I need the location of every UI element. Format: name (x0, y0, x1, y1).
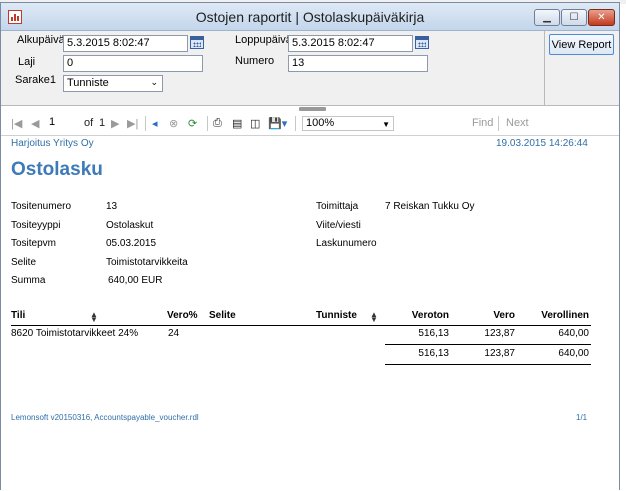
field-value: 13 (106, 201, 118, 212)
refresh-icon[interactable]: ⟳ (188, 117, 197, 130)
chevron-down-icon: ▼ (382, 120, 390, 129)
laji-input[interactable]: 0 (63, 55, 203, 72)
alkupaiva-input[interactable]: 5.3.2015 8:02:47 (63, 35, 188, 52)
field-value: Ostolaskut (106, 220, 154, 231)
totals-bottom-line (385, 364, 591, 365)
column-header-verollinen: Verollinen (541, 310, 589, 321)
sarake1-label: Sarake1 (15, 74, 56, 86)
column-header-tunniste: Tunniste (316, 310, 357, 321)
close-icon: ✕ (597, 12, 606, 23)
header-underline (11, 325, 591, 326)
loppupaiva-input[interactable]: 5.3.2015 8:02:47 (288, 35, 413, 52)
field-label: Tositeyyppi (11, 220, 61, 231)
find-button[interactable]: Find (472, 117, 493, 129)
print-timestamp: 19.03.2015 14:26:44 (496, 138, 588, 149)
table-cell-vero-pct: 24 (168, 328, 180, 339)
field-label: Selite (11, 257, 37, 268)
total-vero: 123,87 (484, 348, 515, 359)
field-value: 05.03.2015 (106, 238, 157, 249)
previous-page-icon[interactable]: ◀ (31, 117, 39, 130)
window-title: Ostojen raportit | Ostolaskupäiväkirja (195, 9, 425, 25)
calendar-icon[interactable] (190, 36, 204, 49)
column-header-vero-pct: Vero% (167, 310, 198, 321)
back-icon[interactable]: ◂ (152, 117, 158, 130)
sort-icon[interactable]: ▲ ▼ (370, 311, 378, 324)
toolbar-separator (498, 116, 499, 131)
field-value: Toimistotarvikkeita (106, 257, 188, 268)
export-icon[interactable]: 💾▾ (268, 117, 287, 130)
find-input[interactable] (400, 116, 466, 131)
field-value: 640,00 EUR (108, 275, 163, 286)
total-pages: 1 (99, 117, 106, 129)
zoom-select[interactable]: 100% ▼ (302, 116, 394, 131)
minimize-icon: ▁ (543, 12, 551, 23)
find-next-button[interactable]: Next (506, 117, 529, 129)
calendar-icon[interactable] (415, 36, 429, 49)
title-bar: Ostojen raportit | Ostolaskupäiväkirja ▁… (1, 3, 619, 31)
report-title: Ostolasku (11, 159, 103, 180)
column-header-vero: Vero (493, 310, 515, 321)
sarake1-select[interactable]: Tunniste ⌄ (63, 75, 163, 92)
field-label: Viite/viesti (316, 220, 361, 231)
field-label: Toimittaja (316, 201, 359, 212)
chevron-down-icon: ⌄ (150, 77, 158, 87)
loppupaiva-label: Loppupäivä (235, 34, 292, 46)
field-label: Tositepvm (11, 238, 57, 249)
column-header-selite: Selite (209, 310, 236, 321)
page-setup-icon[interactable]: ◫ (250, 117, 260, 130)
field-label: Laskunumero (316, 238, 377, 249)
panel-divider (544, 31, 545, 106)
table-cell-tili: 8620 Toimistotarvikkeet 24% (11, 328, 139, 339)
report-footer-page: 1/1 (576, 413, 588, 422)
column-header-tili: Tili (11, 310, 26, 321)
alkupaiva-label: Alkupäivä (17, 34, 65, 46)
zoom-value: 100% (306, 117, 335, 129)
report-window: Ostojen raportit | Ostolaskupäiväkirja ▁… (0, 2, 620, 491)
close-button[interactable]: ✕ (588, 9, 615, 26)
table-cell-verollinen: 640,00 (558, 328, 589, 339)
first-page-icon[interactable]: |◀ (11, 117, 22, 130)
toolbar-separator (207, 116, 208, 131)
print-icon[interactable]: ⎙ (213, 117, 222, 130)
report-footer-source: Lemonsoft v20150316, Accountspayable_vou… (11, 413, 199, 422)
of-label: of (84, 117, 94, 129)
totals-line (385, 344, 591, 345)
last-page-icon[interactable]: ▶| (127, 117, 138, 130)
stop-icon[interactable]: ⊗ (169, 117, 178, 130)
current-page-input[interactable]: 1 (46, 116, 78, 131)
field-label: Summa (11, 275, 46, 286)
sarake1-selected-value: Tunniste (67, 77, 109, 89)
field-value: 7 Reiskan Tukku Oy (385, 201, 475, 212)
report-body: Harjoitus Yritys Oy 19.03.2015 14:26:44 … (1, 137, 619, 491)
numero-label: Numero (235, 55, 275, 67)
next-page-icon[interactable]: ▶ (111, 117, 119, 130)
toolbar-separator (145, 116, 146, 131)
total-verollinen: 640,00 (558, 348, 589, 359)
sort-icon[interactable]: ▲ ▼ (90, 311, 98, 324)
parameter-collapse-handle[interactable] (299, 107, 326, 111)
table-cell-vero: 123,87 (484, 328, 515, 339)
minimize-button[interactable]: ▁ (534, 9, 560, 26)
column-header-veroton: Veroton (411, 310, 449, 321)
print-layout-icon[interactable]: ▤ (232, 117, 242, 130)
parameter-panel: Alkupäivä 5.3.2015 8:02:47 Loppupäivä 5.… (1, 31, 619, 106)
laji-label: Laji (18, 56, 36, 68)
report-toolbar: |◀ ◀ 1 of 1 ▶ ▶| ◂ ⊗ ⟳ ⎙ ▤ ◫ 💾▾ 100% ▼ F… (1, 112, 619, 136)
maximize-icon: ☐ (569, 12, 579, 23)
total-veroton: 516,13 (418, 348, 449, 359)
field-label: Tositenumero (11, 201, 72, 212)
toolbar-separator (295, 116, 296, 131)
numero-input[interactable]: 13 (288, 55, 428, 72)
maximize-button[interactable]: ☐ (561, 9, 587, 26)
view-report-button[interactable]: View Report (549, 34, 614, 55)
company-name: Harjoitus Yritys Oy (11, 138, 94, 149)
table-cell-veroton: 516,13 (418, 328, 449, 339)
